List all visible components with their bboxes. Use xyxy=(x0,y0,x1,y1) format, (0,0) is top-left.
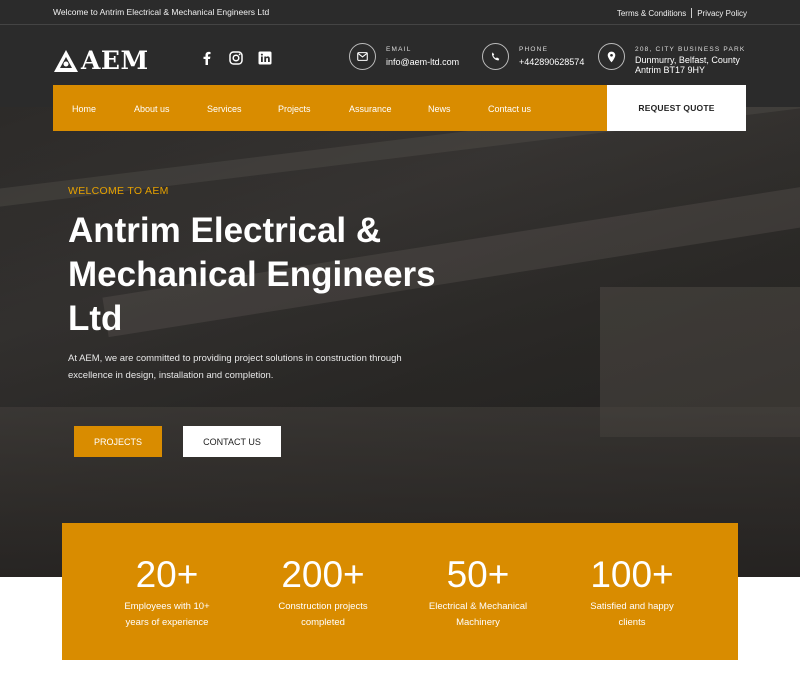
phone-icon xyxy=(482,43,509,70)
linkedin-icon[interactable] xyxy=(257,50,273,66)
email-value[interactable]: info@aem-ltd.com xyxy=(386,57,459,67)
contact-us-button[interactable]: CONTACT US xyxy=(183,426,281,457)
logo-text: AEM xyxy=(81,46,149,75)
address-line1: 208, CITY BUSINESS PARK xyxy=(635,46,746,53)
phone-label: PHONE xyxy=(519,46,549,53)
top-bar: Welcome to Antrim Electrical & Mechanica… xyxy=(0,0,800,25)
envelope-icon xyxy=(349,43,376,70)
divider xyxy=(691,8,693,18)
stat-clients: 100+ Satisfied and happy clients xyxy=(557,553,707,631)
social-links xyxy=(199,50,273,66)
stat-employees: 20+ Employees with 10+ years of experien… xyxy=(92,553,242,631)
contact-phone[interactable]: PHONE +442890628574 xyxy=(482,43,584,70)
main-nav: Home About us Services Projects Assuranc… xyxy=(53,85,607,131)
facebook-icon[interactable] xyxy=(199,50,215,66)
stat-line2: Machinery xyxy=(456,617,500,628)
stat-line1: Employees with 10+ xyxy=(124,601,210,612)
terms-link[interactable]: Terms & Conditions xyxy=(617,9,686,18)
stat-line1: Electrical & Mechanical xyxy=(428,601,528,612)
contact-address: 208, CITY BUSINESS PARK Dunmurry, Belfas… xyxy=(598,43,745,75)
address-line3: Antrim BT17 9HY xyxy=(635,65,706,75)
request-quote-button[interactable]: REQUEST QUOTE xyxy=(607,85,746,131)
nav-services[interactable]: Services xyxy=(207,104,242,114)
stat-number: 20+ xyxy=(135,554,199,595)
welcome-text: Welcome to Antrim Electrical & Mechanica… xyxy=(53,7,270,17)
stat-number: 200+ xyxy=(281,554,365,595)
hero-tag: WELCOME TO AEM xyxy=(68,185,169,197)
projects-button[interactable]: PROJECTS xyxy=(74,426,162,457)
stat-line2: years of experience xyxy=(125,617,209,628)
stat-line2: clients xyxy=(618,617,646,628)
contact-email[interactable]: EMAIL info@aem-ltd.com xyxy=(349,43,459,70)
phone-value[interactable]: +442890628574 xyxy=(519,57,584,67)
nav-contact[interactable]: Contact us xyxy=(488,104,531,114)
stat-machinery: 50+ Electrical & Mechanical Machinery xyxy=(403,553,553,631)
nav-about[interactable]: About us xyxy=(134,104,170,114)
top-links: Terms & Conditions Privacy Policy xyxy=(617,8,747,18)
location-pin-icon xyxy=(598,43,625,70)
stat-projects: 200+ Construction projects completed xyxy=(248,553,398,631)
stat-number: 100+ xyxy=(590,554,674,595)
email-label: EMAIL xyxy=(386,46,412,53)
address-line2: Dunmurry, Belfast, County xyxy=(635,55,740,65)
hero-title: Antrim Electrical & Mechanical Engineers… xyxy=(68,211,436,338)
hero-background-image xyxy=(0,107,800,577)
hero-description: At AEM, we are committed to providing pr… xyxy=(68,353,402,381)
nav-home[interactable]: Home xyxy=(72,104,96,114)
logo[interactable]: AEM xyxy=(53,46,149,75)
stat-line1: Construction projects xyxy=(278,601,368,612)
nav-news[interactable]: News xyxy=(428,104,451,114)
privacy-link[interactable]: Privacy Policy xyxy=(697,9,747,18)
instagram-icon[interactable] xyxy=(228,50,244,66)
nav-projects[interactable]: Projects xyxy=(278,104,311,114)
stat-line2: completed xyxy=(301,617,345,628)
stat-line1: Satisfied and happy xyxy=(590,601,674,612)
logo-triangle-icon xyxy=(54,49,78,72)
stat-number: 50+ xyxy=(446,554,510,595)
stats-panel: 20+ Employees with 10+ years of experien… xyxy=(62,523,738,660)
nav-assurance[interactable]: Assurance xyxy=(349,104,392,114)
